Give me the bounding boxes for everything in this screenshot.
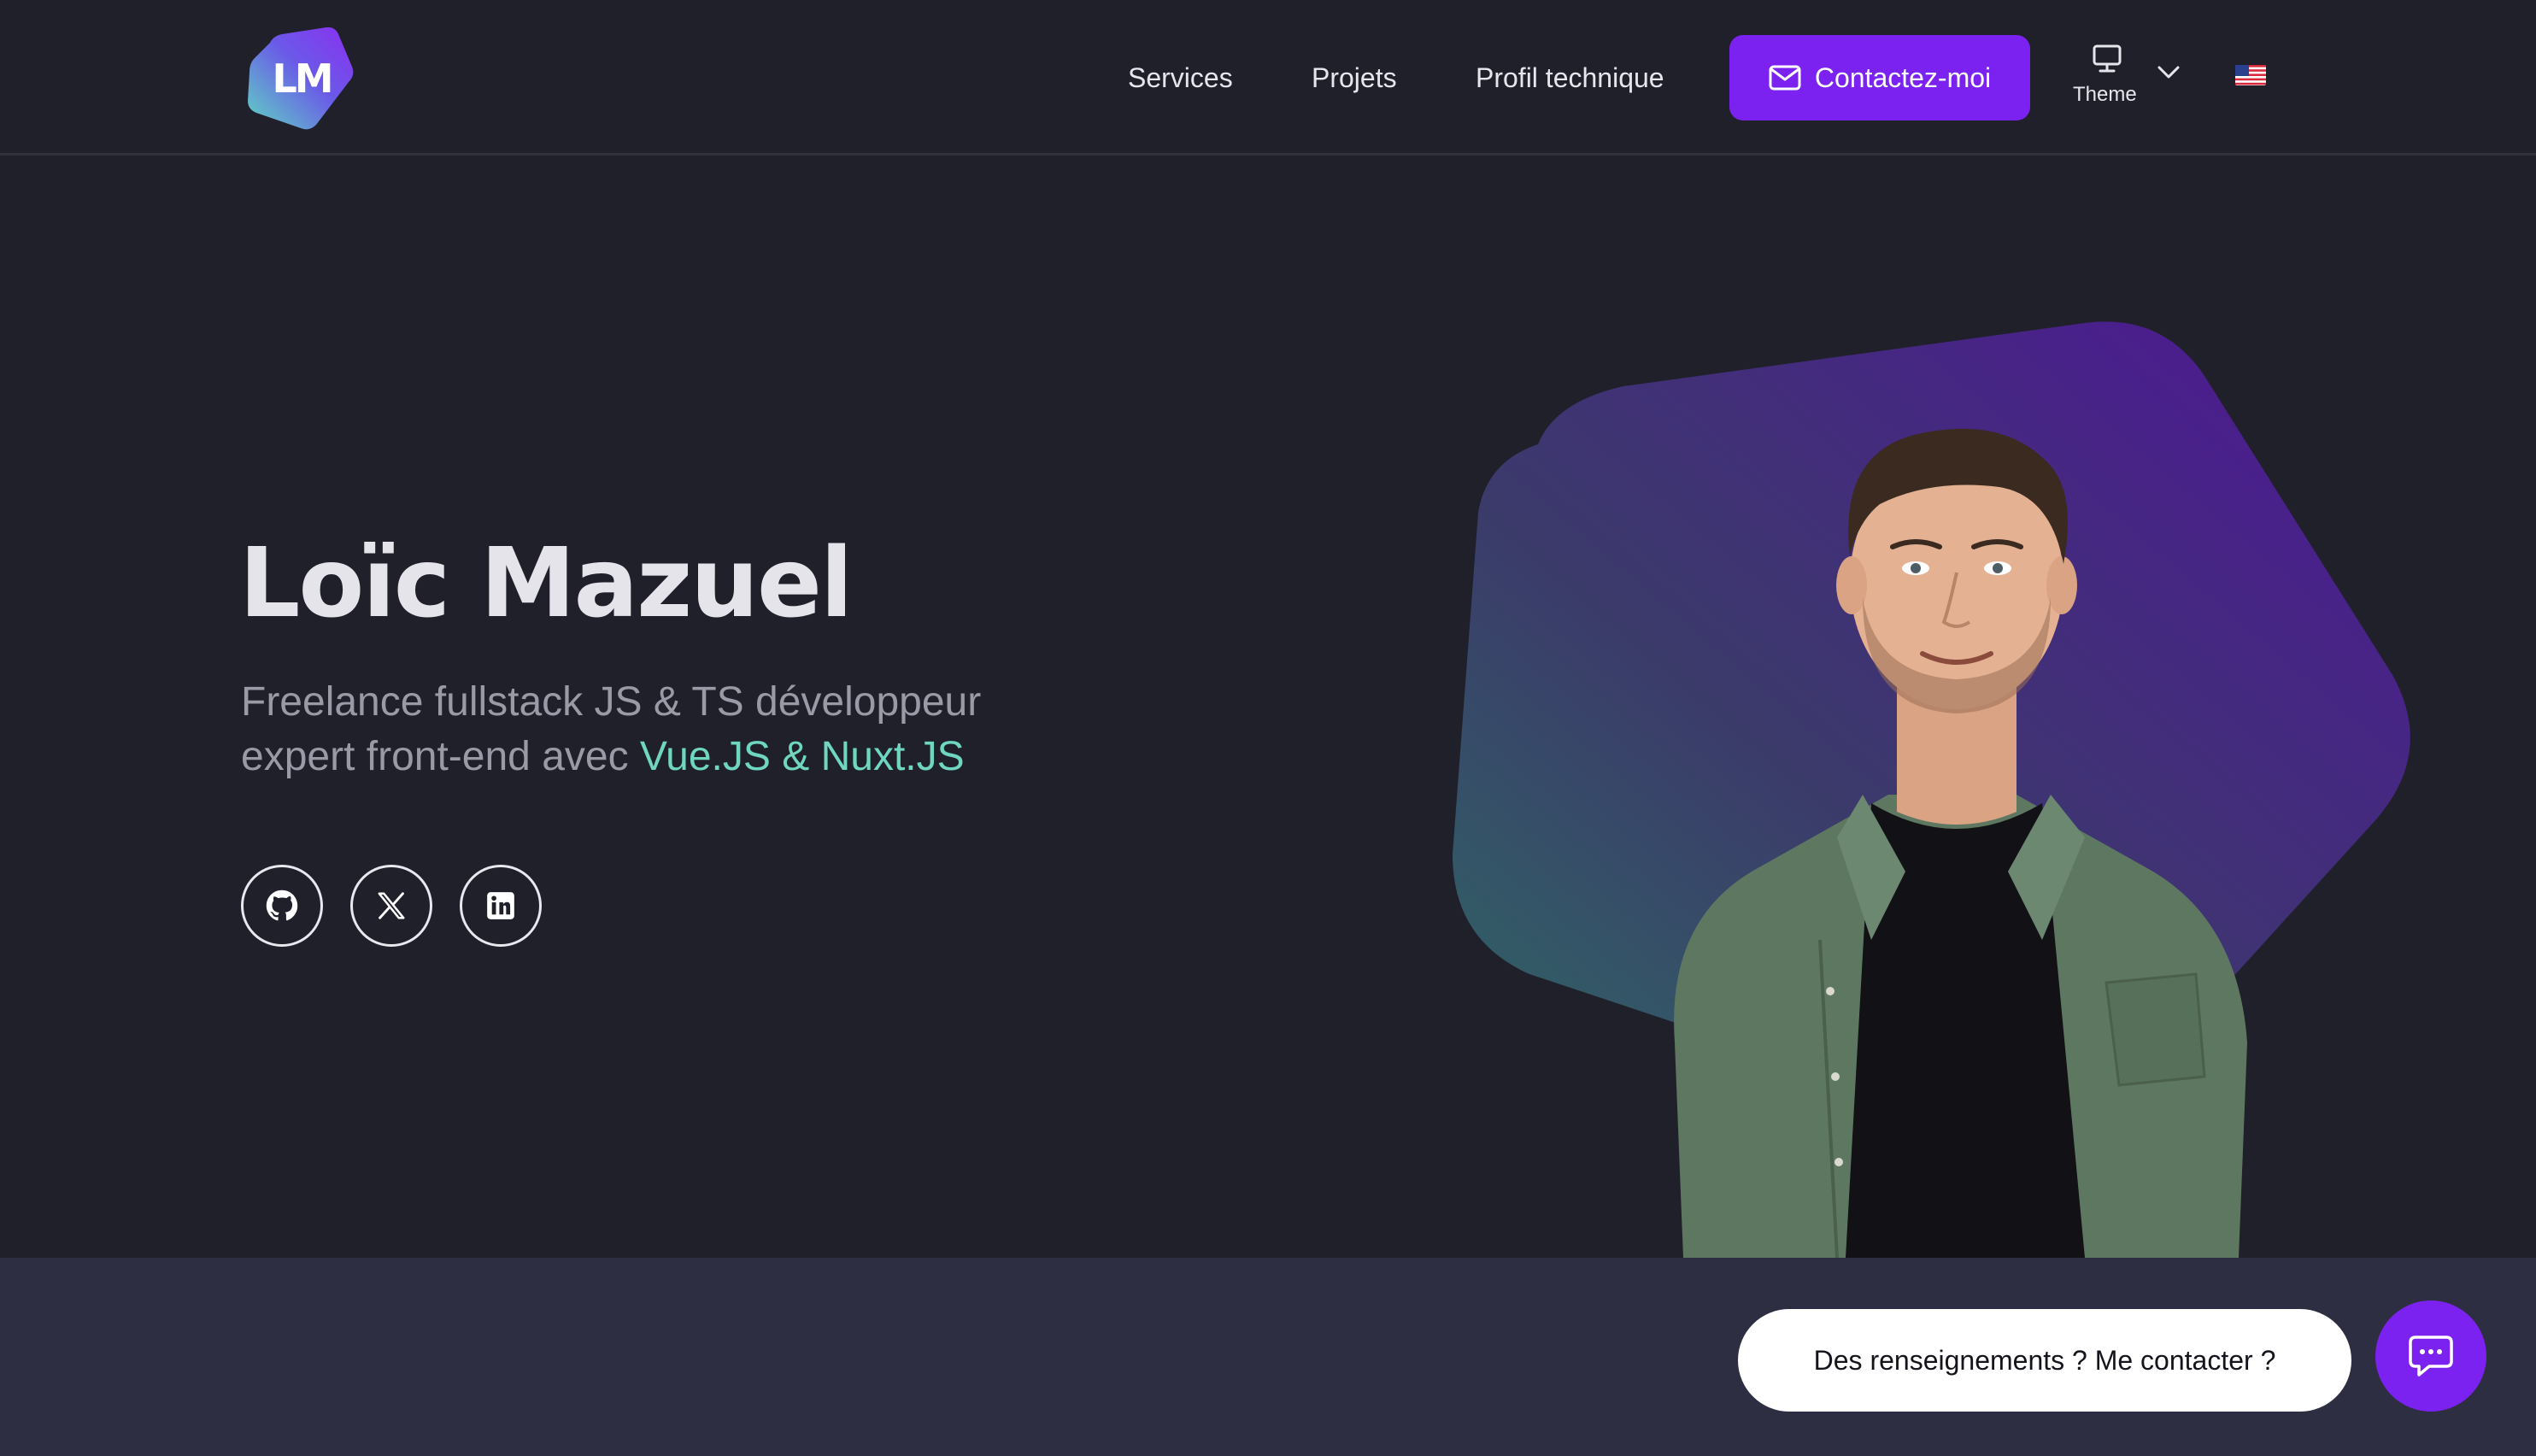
github-icon xyxy=(266,889,298,922)
theme-label: Theme xyxy=(2073,83,2137,106)
contact-button[interactable]: Contactez-moi xyxy=(1729,35,2030,120)
linkedin-icon xyxy=(484,889,517,922)
chat-icon xyxy=(2407,1334,2455,1378)
site-header: LM Services Projets Profil technique Con… xyxy=(0,0,2536,156)
linkedin-link[interactable] xyxy=(460,865,542,947)
chat-prompt-bubble[interactable]: Des renseignements ? Me contacter ? xyxy=(1738,1309,2351,1412)
chat-button[interactable] xyxy=(2375,1300,2486,1412)
nav-services[interactable]: Services xyxy=(1128,56,1233,99)
hero-name: Loïc Mazuel xyxy=(239,528,853,639)
nav-projets[interactable]: Projets xyxy=(1312,56,1397,99)
hero-subtitle-line2: expert front-end avec xyxy=(241,734,640,779)
mail-icon xyxy=(1769,65,1801,91)
chat-prompt-text: Des renseignements ? Me contacter ? xyxy=(1813,1344,2276,1376)
page: LM Services Projets Profil technique Con… xyxy=(0,0,2536,1456)
profile-photo xyxy=(1606,393,2307,1258)
nav-profil-technique[interactable]: Profil technique xyxy=(1476,56,1664,99)
logo[interactable]: LM xyxy=(244,24,354,133)
github-link[interactable] xyxy=(241,865,323,947)
x-icon xyxy=(375,889,408,922)
monitor-icon xyxy=(2092,44,2122,73)
logo-text: LM xyxy=(272,56,333,102)
contact-button-label: Contactez-moi xyxy=(1814,62,1992,93)
hero-subtitle-highlight: Vue.JS & Nuxt.JS xyxy=(639,734,965,779)
us-flag-icon[interactable] xyxy=(2235,65,2266,85)
hero-subtitle-line1: Freelance fullstack JS & TS développeur xyxy=(241,679,982,725)
chevron-down-icon xyxy=(2157,65,2181,80)
theme-selector[interactable]: Theme xyxy=(2064,44,2184,113)
hero-subtitle: Freelance fullstack JS & TS développeur … xyxy=(241,675,1095,784)
x-link[interactable] xyxy=(350,865,432,947)
